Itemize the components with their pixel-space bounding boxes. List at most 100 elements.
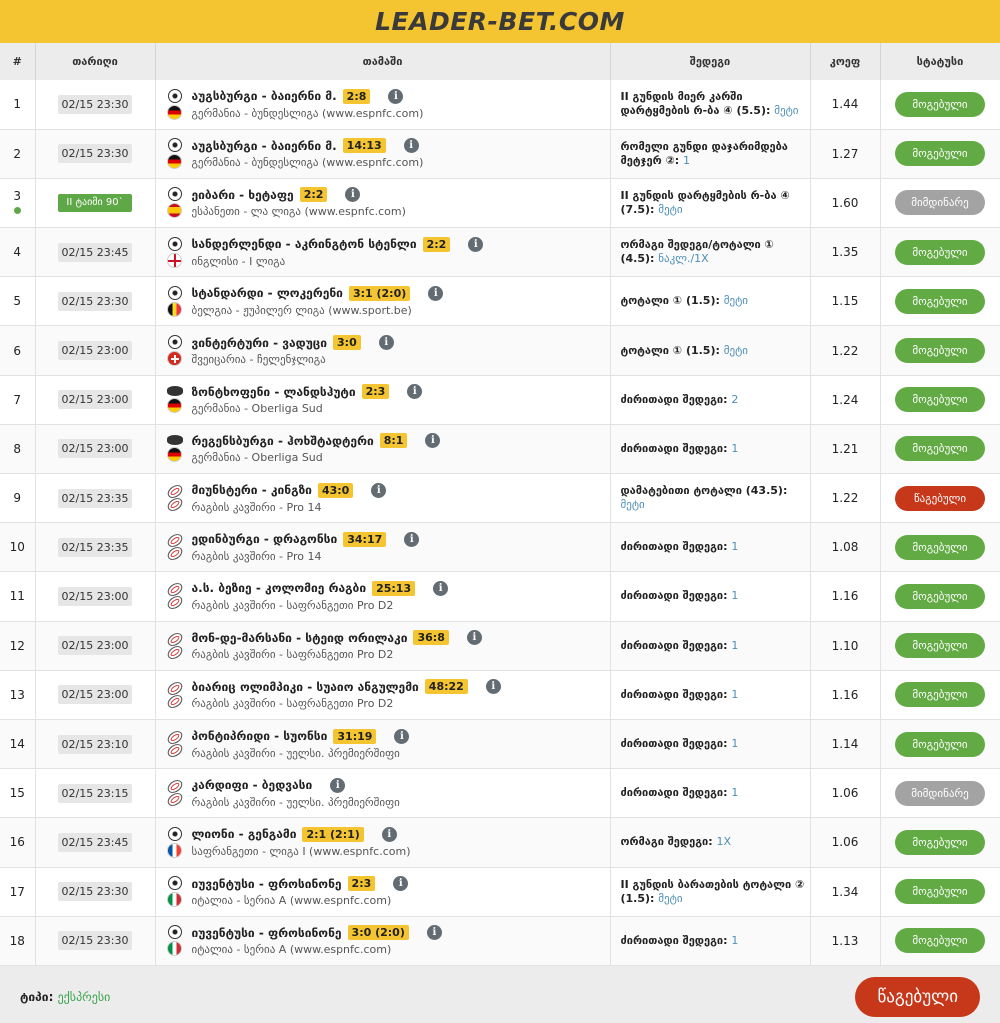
- league-name: გერმანია - ბუნდესლიგა (www.espnfc.com): [191, 106, 424, 120]
- match-name[interactable]: ედინბურგი - დრაგონსი: [192, 532, 338, 546]
- row-number-cell: 17: [0, 867, 36, 917]
- match-name[interactable]: აუგსბურგი - ბაიერნი მ.: [192, 139, 337, 153]
- info-icon[interactable]: i: [433, 580, 449, 596]
- match-date: 02/15 23:30: [57, 144, 133, 164]
- site-logo[interactable]: LEADER-BET.COM: [375, 7, 625, 36]
- game-cell: ბიარიც ოლიმპიკი - სუაიო ანგულემი 48:22 i რა…: [155, 670, 611, 720]
- status-badge[interactable]: მოგებული: [895, 239, 985, 265]
- match-name[interactable]: სტანდარდი - ლოკერენი: [192, 286, 343, 300]
- info-icon[interactable]: i: [428, 285, 444, 301]
- soccer-icon: [167, 88, 182, 103]
- info-icon[interactable]: i: [403, 138, 419, 154]
- row-number-cell: 9: [0, 473, 36, 524]
- match-name[interactable]: კარდიფი - ბედვასი: [192, 778, 313, 792]
- league-name: გერმანია - ბუნდესლიგა (www.espnfc.com): [191, 156, 424, 170]
- table-row: 13 02/15 23:00 ბიარიც ოლიმპიკი - სუაიო ანგ…: [0, 670, 1000, 720]
- rugby-ball-icon: [164, 692, 185, 711]
- match-name[interactable]: ა.ს. ბეზიე - კოლომიე რაგბი: [192, 581, 367, 595]
- date-cell: 02/15 23:30: [35, 916, 156, 966]
- info-icon[interactable]: i: [394, 728, 410, 744]
- match-name[interactable]: ბიარიც ოლიმპიკი - სუაიო ანგულემი: [192, 680, 419, 694]
- league-name: რაგბის კავშირი - Pro 14: [191, 500, 322, 514]
- game-icons: [166, 876, 184, 908]
- match-name[interactable]: მიუნსტერი - კინგზი: [192, 483, 312, 497]
- info-icon[interactable]: i: [466, 630, 482, 646]
- game-icons: [166, 386, 184, 414]
- game-icons: [164, 580, 185, 613]
- match-date: 02/15 23:00: [57, 685, 133, 705]
- match-name[interactable]: ზონტხოფენი - ლანდსჰუტი: [192, 385, 356, 399]
- match-score: 34:17: [343, 531, 387, 547]
- status-badge[interactable]: მიმდინარე: [895, 780, 985, 806]
- info-icon[interactable]: i: [388, 88, 404, 104]
- info-icon[interactable]: i: [404, 531, 420, 547]
- info-icon[interactable]: i: [330, 777, 346, 793]
- info-icon[interactable]: i: [407, 384, 423, 400]
- status-badge[interactable]: მოგებული: [895, 338, 985, 364]
- info-icon[interactable]: i: [426, 925, 442, 941]
- info-icon[interactable]: i: [485, 679, 501, 695]
- status-badge[interactable]: მოგებული: [895, 436, 985, 462]
- league-name: იტალია - სერია A (www.espnfc.com): [191, 894, 392, 908]
- bet-market: ტოტალი ① (1.5):: [620, 294, 720, 308]
- match-name[interactable]: იუვენტუსი - ფროსინონე: [192, 877, 342, 891]
- country-flag-icon: [167, 941, 182, 957]
- info-icon[interactable]: i: [381, 826, 397, 842]
- status-badge[interactable]: მოგებული: [895, 731, 985, 757]
- match-name[interactable]: ვინტერტური - ვადუცი: [192, 336, 328, 350]
- match-name[interactable]: ეიბარი - ხეტაფე: [192, 188, 294, 202]
- game-icons: [164, 630, 185, 662]
- row-number-cell: 5: [0, 276, 36, 327]
- bet-market: ძირითადი შედეგი:: [620, 638, 728, 652]
- status-badge[interactable]: წაგებული: [895, 485, 985, 511]
- status-cell: მოგებული: [880, 325, 1000, 376]
- match-name[interactable]: აუგსბურგი - ბაიერნი მ.: [192, 89, 337, 103]
- match-name[interactable]: პონტიპრიდი - სუონსი: [192, 729, 328, 743]
- match-name[interactable]: სანდერლენდი - აკრინგტონ სტენლი: [192, 237, 417, 251]
- bet-pick: 1: [731, 687, 739, 701]
- date-cell: II ტაიმი 90`: [35, 178, 156, 229]
- league-name: რაგბის კავშირი - უელსი. პრემიერშიფი: [191, 795, 400, 809]
- table-row: 7 02/15 23:00 ზონტხოფენი - ლანდსჰუტი 2:3 i გე…: [0, 375, 1000, 425]
- odds-cell: 1.21: [810, 424, 881, 475]
- column-header-status: სტატუსი: [880, 43, 1000, 80]
- table-row: 11 02/15 23:00 ა.ს. ბეზიე - კოლომიე რაგბი 2…: [0, 571, 1000, 622]
- status-badge[interactable]: მოგებული: [895, 534, 985, 560]
- status-badge[interactable]: მოგებული: [895, 91, 985, 117]
- rugby-ball-icon: [164, 643, 185, 662]
- match-name[interactable]: იუვენტუსი - ფროსინონე: [192, 926, 342, 940]
- info-icon[interactable]: i: [345, 187, 361, 203]
- country-flag-icon: [167, 301, 182, 317]
- status-badge[interactable]: მოგებული: [895, 928, 985, 954]
- match-date: 02/15 23:35: [57, 488, 133, 508]
- match-name[interactable]: ლიონი - გენგამი: [192, 827, 297, 841]
- final-status-button[interactable]: წაგებული: [855, 977, 980, 1018]
- row-number-cell: 7: [0, 375, 36, 425]
- game-icons: [164, 777, 185, 809]
- status-badge[interactable]: მოგებული: [895, 387, 985, 413]
- status-badge[interactable]: მოგებული: [895, 829, 985, 855]
- bet-market: ძირითადი შედეგი:: [620, 687, 728, 701]
- status-badge[interactable]: მოგებული: [895, 633, 985, 659]
- status-badge[interactable]: მოგებული: [895, 288, 985, 314]
- bet-pick: მეტი: [658, 891, 683, 905]
- info-icon[interactable]: i: [393, 876, 409, 892]
- info-icon[interactable]: i: [468, 236, 484, 252]
- row-number-cell: 4: [0, 227, 36, 278]
- status-badge[interactable]: მიმდინარე: [895, 190, 985, 216]
- status-badge[interactable]: მოგებული: [895, 141, 985, 167]
- status-badge[interactable]: მოგებული: [895, 583, 985, 609]
- info-icon[interactable]: i: [425, 433, 441, 449]
- match-name[interactable]: რეგენსბურგი - ჰოხშტადტერი: [192, 434, 374, 448]
- status-badge[interactable]: მოგებული: [895, 682, 985, 708]
- row-number: 11: [9, 589, 25, 604]
- odds-value: 1.10: [831, 638, 859, 653]
- match-name[interactable]: მონ-დე-მარსანი - სტეიდ ორილაკი: [192, 631, 408, 645]
- info-icon[interactable]: i: [378, 335, 394, 351]
- status-cell: მოგებული: [880, 670, 1000, 720]
- info-icon[interactable]: i: [371, 482, 387, 498]
- status-badge[interactable]: მოგებული: [895, 879, 985, 905]
- odds-value: 1.06: [831, 835, 859, 850]
- bet-pick: 2: [731, 392, 739, 406]
- league-name: იტალია - სერია A (www.espnfc.com): [191, 943, 392, 957]
